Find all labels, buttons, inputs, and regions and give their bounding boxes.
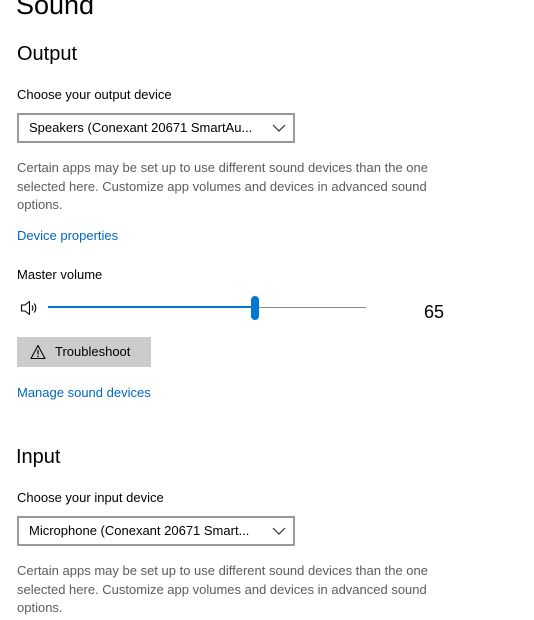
output-device-value: Speakers (Conexant 20671 SmartAu... [29, 120, 253, 135]
master-volume-slider[interactable] [46, 296, 368, 320]
chevron-down-icon [272, 124, 286, 132]
slider-track-filled [48, 306, 255, 308]
input-device-dropdown[interactable]: Microphone (Conexant 20671 Smart... [17, 516, 295, 546]
slider-thumb[interactable] [250, 296, 259, 320]
device-properties-link[interactable]: Device properties [17, 227, 118, 245]
input-help-text: Certain apps may be set up to use differ… [17, 563, 428, 615]
output-device-dropdown[interactable]: Speakers (Conexant 20671 SmartAu... [17, 113, 295, 143]
manage-sound-devices-link[interactable]: Manage sound devices [17, 384, 151, 402]
output-help-text: Certain apps may be set up to use differ… [17, 160, 428, 212]
master-volume-value: 65 [424, 302, 445, 322]
output-device-label: Choose your output device [17, 87, 172, 102]
speaker-icon[interactable] [19, 299, 39, 317]
input-heading: Input [16, 446, 61, 468]
slider-track-empty [254, 307, 366, 308]
output-heading: Output [17, 43, 78, 65]
master-volume-label: Master volume [17, 267, 103, 282]
troubleshoot-button[interactable]: Troubleshoot [17, 337, 151, 367]
input-device-value: Microphone (Conexant 20671 Smart... [29, 523, 250, 538]
page-title: Sound [16, 0, 95, 20]
chevron-down-icon [272, 527, 286, 535]
input-device-label: Choose your input device [17, 490, 164, 505]
troubleshoot-label: Troubleshoot [55, 344, 131, 359]
warning-icon [30, 344, 46, 360]
